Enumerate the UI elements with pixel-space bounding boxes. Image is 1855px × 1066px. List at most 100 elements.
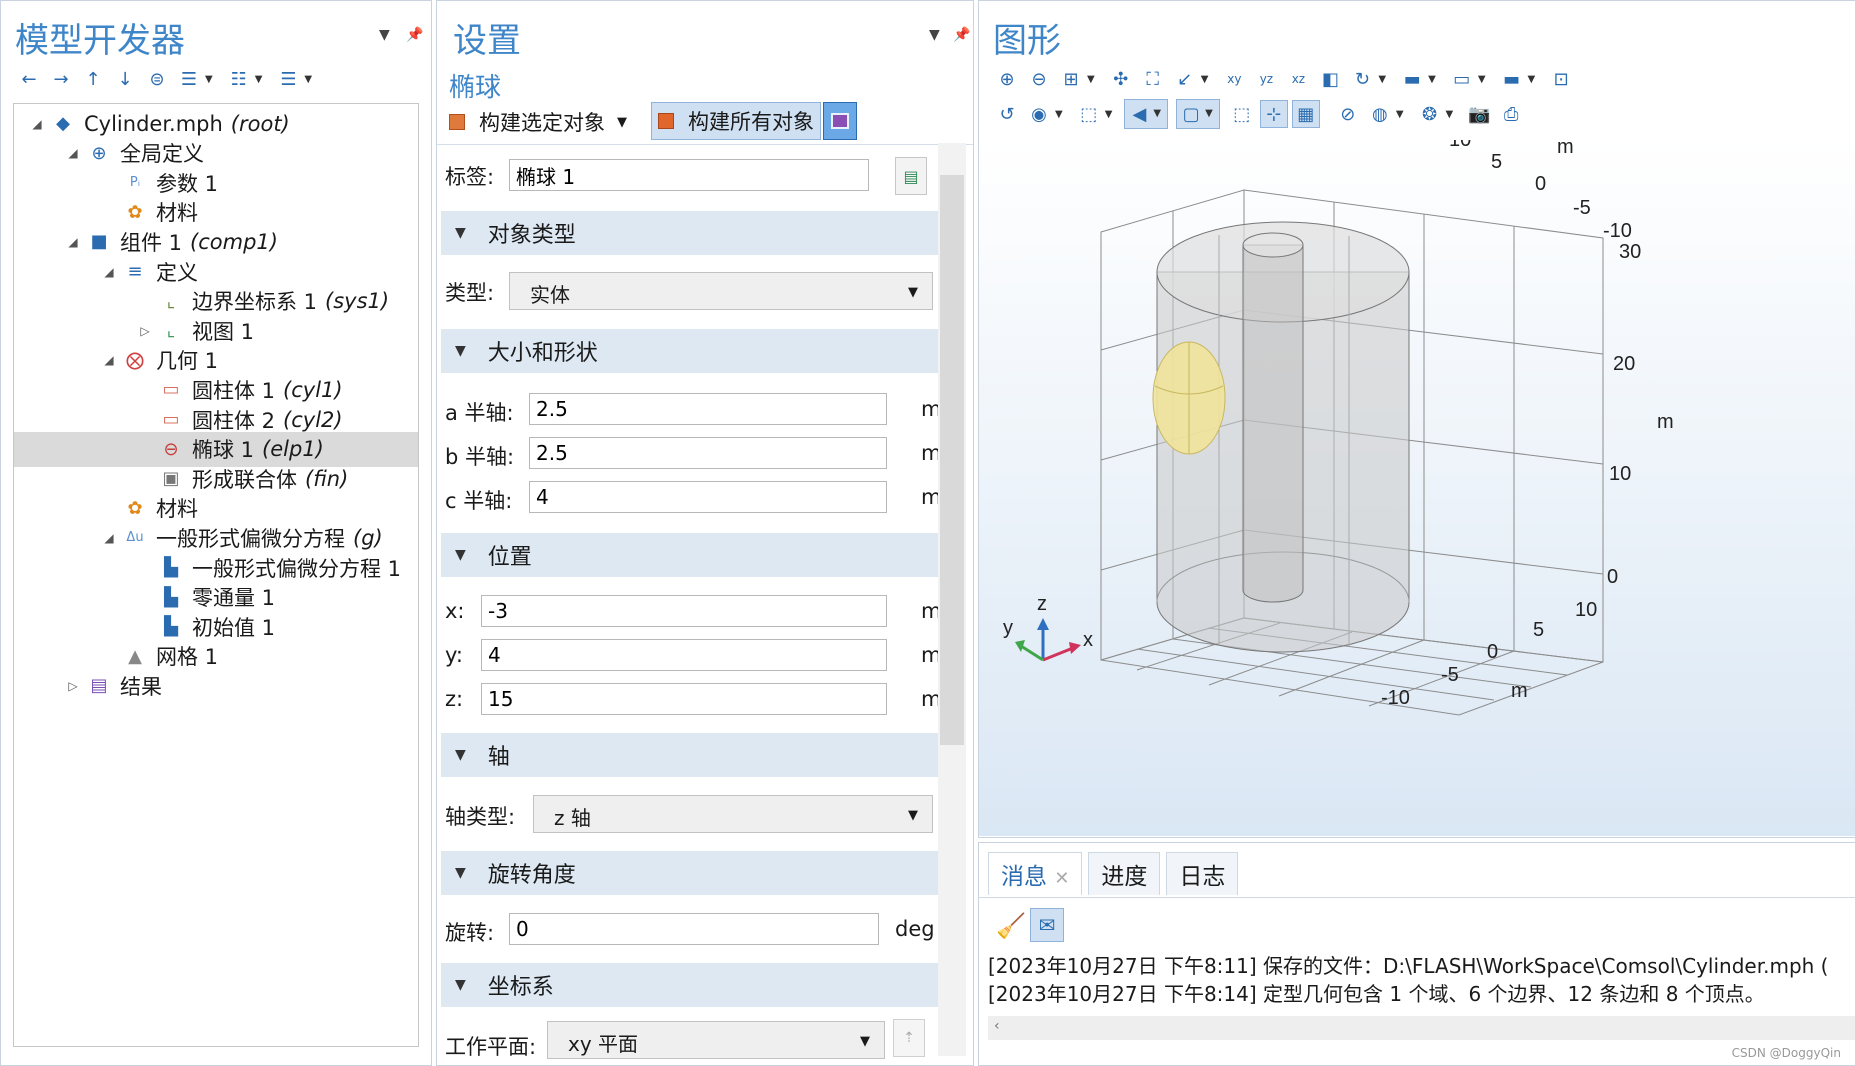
zoom-dropdown-icon[interactable]: ▼ [1087, 74, 1095, 85]
clear-button[interactable]: 🧹 [996, 912, 1026, 940]
sort-dropdown-icon[interactable]: ▼ [255, 74, 263, 85]
build-all-button[interactable]: 构建所有对象 [651, 102, 821, 140]
expand-toggle-icon[interactable]: ◢ [100, 265, 118, 279]
build-selected-button[interactable]: 构建选定对象 ▼ [449, 105, 627, 139]
pin-icon[interactable]: 📌 [953, 27, 970, 43]
camera-aperture-icon[interactable]: ❂ [1416, 100, 1444, 128]
list-view-icon[interactable]: ☰ [274, 65, 302, 93]
grid-toggle-icon[interactable]: ▦ [1291, 100, 1320, 128]
selection-list-icon[interactable]: ▬ [1498, 65, 1526, 93]
z-input[interactable] [481, 683, 887, 715]
back-arrow-icon[interactable]: ← [15, 65, 43, 93]
settings-scrollbar[interactable] [938, 143, 966, 1056]
scroll-left-icon[interactable]: ‹ [994, 1018, 1000, 1034]
messages-hscrollbar[interactable]: ‹ [988, 1016, 1855, 1040]
workplane-select[interactable]: xy 平面 ▼ [547, 1021, 885, 1059]
panel-menu-icon[interactable]: ▼ [929, 27, 940, 43]
workplane-goto-button[interactable]: ⇡ [893, 1019, 925, 1057]
rotate-dropdown-icon[interactable]: ▼ [1378, 74, 1386, 85]
select-dropdown-icon[interactable]: ▼ [1428, 74, 1436, 85]
expand-toggle-icon[interactable]: ◢ [64, 235, 82, 249]
section-size-shape[interactable]: ▼ 大小和形状 [441, 329, 951, 373]
graphics-canvas[interactable]: 10 5 0 -5 -10 m 30 20 10 0 m 10 5 0 -5 -… [979, 129, 1855, 836]
label-reset-button[interactable]: ▤ [895, 157, 927, 195]
list-view-dropdown-icon[interactable]: ▼ [304, 74, 312, 85]
move-up-icon[interactable]: ↑ [79, 65, 107, 93]
expand-toggle-icon[interactable]: ▷ [136, 324, 154, 338]
expand-toggle-icon[interactable]: ◢ [64, 146, 82, 160]
expand-toggle-icon[interactable]: ▷ [64, 679, 82, 693]
xz-view-icon[interactable]: xz [1284, 65, 1312, 93]
screenshot-icon[interactable]: 📷 [1465, 100, 1493, 128]
zoom-extents-icon[interactable]: ⛶ [1139, 65, 1167, 93]
transparency-dropdown-icon[interactable]: ▼ [1205, 108, 1213, 128]
views-dropdown-icon[interactable]: ▼ [1055, 109, 1063, 120]
clip-icon[interactable]: ⊘ [1334, 100, 1362, 128]
panel-menu-icon[interactable]: ▼ [379, 27, 390, 43]
xy-view-icon[interactable]: xy [1220, 65, 1248, 93]
reset-view-icon[interactable]: ↺ [993, 100, 1021, 128]
selection-list-dropdown-icon[interactable]: ▼ [1528, 74, 1536, 85]
tree-node[interactable]: ▷ ▤ 结果 [14, 668, 418, 703]
scene-light-icon[interactable]: ◧ [1316, 65, 1344, 93]
pin-icon[interactable]: 📌 [406, 27, 423, 43]
zoom-out-icon[interactable]: ⊖ [1025, 65, 1053, 93]
wireframe-icon[interactable]: ⬚ [1228, 100, 1256, 128]
print-icon[interactable]: ⎙ [1497, 100, 1525, 128]
hide-icon[interactable]: ▭ [1448, 65, 1476, 93]
section-coordinate-system[interactable]: ▼ 坐标系 [441, 963, 951, 1007]
section-axis[interactable]: ▼ 轴 [441, 733, 951, 777]
hide-dropdown-icon[interactable]: ▼ [1478, 74, 1486, 85]
view-axis-dropdown-icon[interactable]: ▼ [1201, 74, 1209, 85]
email-button[interactable]: ✉ [1030, 908, 1064, 942]
section-position[interactable]: ▼ 位置 [441, 533, 951, 577]
yz-view-icon[interactable]: yz [1252, 65, 1280, 93]
x-input[interactable] [481, 595, 887, 627]
tab-progress[interactable]: 进度 [1088, 852, 1161, 895]
zoom-box-icon[interactable]: ⊞ [1057, 65, 1085, 93]
label-input[interactable] [509, 159, 869, 191]
tab-messages[interactable]: 消息 ✕ [988, 852, 1083, 895]
a-semiaxis-input[interactable] [529, 393, 887, 425]
color-dropdown-icon[interactable]: ▼ [1396, 109, 1404, 120]
zoom-in-icon[interactable]: ⊕ [993, 65, 1021, 93]
color-icon[interactable]: ◍ [1366, 100, 1394, 128]
rotation-input[interactable] [509, 913, 879, 945]
rotate-icon[interactable]: ↻ [1348, 65, 1376, 93]
select-icon[interactable]: ▬ [1398, 65, 1426, 93]
expand-toggle-icon[interactable]: ◢ [100, 531, 118, 545]
expand-icon[interactable]: ☰ [175, 65, 203, 93]
scrollbar-thumb[interactable] [940, 175, 964, 745]
camera-dropdown-icon[interactable]: ▼ [1446, 109, 1454, 120]
orthographic-dropdown-icon[interactable]: ▼ [1105, 109, 1113, 120]
type-select[interactable]: 实体 ▼ [509, 272, 933, 310]
transparency-icon[interactable]: ▢ [1177, 100, 1205, 128]
axis-type-select[interactable]: z 轴 ▼ [533, 795, 933, 833]
section-object-type[interactable]: ▼ 对象类型 [441, 211, 951, 255]
zoom-selection-icon[interactable]: ⊡ [1547, 65, 1575, 93]
expand-toggle-icon[interactable]: ◢ [100, 353, 118, 367]
expand-toggle-icon[interactable]: ◢ [28, 117, 46, 131]
views-icon[interactable]: ◉ [1025, 100, 1053, 128]
forward-arrow-icon[interactable]: → [47, 65, 75, 93]
section-rotation[interactable]: ▼ 旋转角度 [441, 851, 951, 895]
build-selected-dropdown-icon[interactable]: ▼ [617, 115, 627, 130]
show-icon[interactable]: ⊜ [143, 65, 171, 93]
tab-log[interactable]: 日志 [1166, 852, 1239, 895]
y-input[interactable] [481, 639, 887, 671]
close-icon[interactable]: ✕ [1054, 868, 1069, 889]
graphics-toggle-button[interactable] [823, 102, 857, 140]
orthographic-icon[interactable]: ⬚ [1075, 100, 1103, 128]
axis-toggle-icon[interactable]: ⊹ [1259, 100, 1288, 128]
move-down-icon[interactable]: ↓ [111, 65, 139, 93]
inner-cylinder[interactable] [1242, 232, 1304, 603]
center-icon[interactable]: ✣ [1107, 65, 1135, 93]
c-semiaxis-input[interactable] [529, 481, 887, 513]
scene-light-toggle-icon[interactable]: ◀ [1125, 100, 1153, 128]
geometry-scene[interactable]: 10 5 0 -5 -10 m 30 20 10 0 m 10 5 0 -5 -… [979, 129, 1855, 836]
expand-dropdown-icon[interactable]: ▼ [205, 74, 213, 85]
b-semiaxis-input[interactable] [529, 437, 887, 469]
view-axis-icon[interactable]: ↙ [1171, 65, 1199, 93]
sort-icon[interactable]: ☷ [225, 65, 253, 93]
scene-light-dropdown-icon[interactable]: ▼ [1153, 108, 1161, 128]
